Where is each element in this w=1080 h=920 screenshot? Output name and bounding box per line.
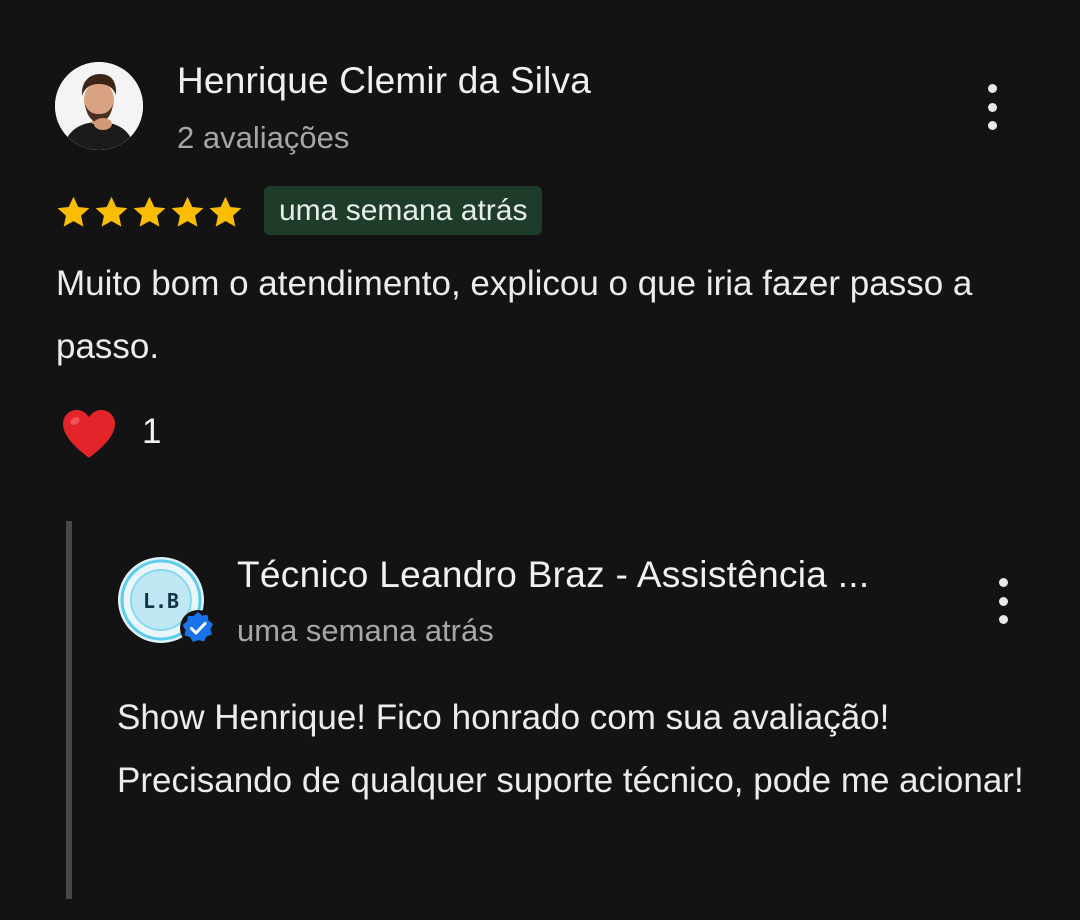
review-text: Muito bom o atendimento, explicou o que … xyxy=(56,264,973,366)
heart-icon[interactable] xyxy=(60,408,118,460)
reaction-count: 1 xyxy=(142,412,162,451)
reply-more-options-icon[interactable] xyxy=(993,578,1013,624)
review-card: Henrique Clemir da Silva 2 avaliações um… xyxy=(0,0,1080,920)
verified-badge-icon xyxy=(180,610,216,646)
owner-reply-time: uma semana atrás xyxy=(237,613,494,648)
owner-avatar-text: L.B xyxy=(143,589,179,613)
reply-divider xyxy=(66,521,72,899)
star-rating xyxy=(55,194,244,231)
reviewer-review-count: 2 avaliações xyxy=(177,120,350,155)
star-icon xyxy=(57,196,90,227)
star-icon xyxy=(133,196,166,227)
owner-reply-text: Show Henrique! Fico honrado com sua aval… xyxy=(117,698,1024,800)
star-icon xyxy=(209,196,242,227)
star-icon xyxy=(171,196,204,227)
owner-name[interactable]: Técnico Leandro Braz - Assistência ... xyxy=(237,554,869,596)
review-time-badge: uma semana atrás xyxy=(264,186,543,235)
more-options-icon[interactable] xyxy=(982,84,1002,130)
reviewer-avatar[interactable] xyxy=(55,62,143,150)
reviewer-name[interactable]: Henrique Clemir da Silva xyxy=(177,60,591,102)
star-icon xyxy=(95,196,128,227)
